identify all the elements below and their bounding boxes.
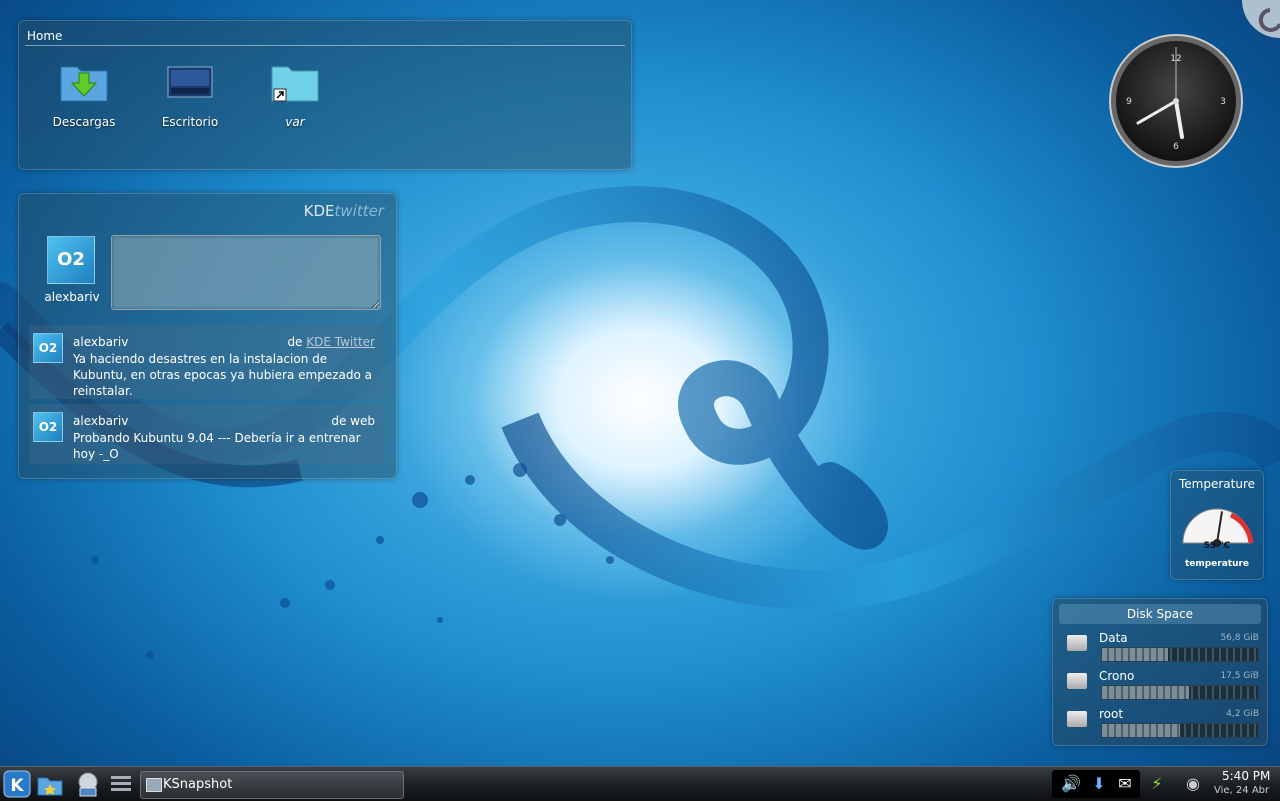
ksnapshot-icon xyxy=(146,778,162,792)
tweet-source: de web xyxy=(331,414,375,428)
drive-name: root xyxy=(1099,707,1124,721)
hard-drive-icon xyxy=(1067,635,1087,651)
tweet-item: O2 alexbariv de KDE Twitter Ya haciendo … xyxy=(29,325,385,399)
file-manager-icon[interactable] xyxy=(36,770,64,798)
disk-space-title: Disk Space xyxy=(1059,604,1261,624)
downloads-folder-icon xyxy=(59,61,109,103)
tweet-source: de KDE Twitter xyxy=(287,335,375,349)
drive-usage-fill xyxy=(1102,648,1168,661)
drive-usage-bar xyxy=(1101,647,1259,662)
tweet-avatar: O2 xyxy=(33,333,63,363)
svg-text:K: K xyxy=(10,776,24,796)
user-avatar: O2 xyxy=(47,236,95,284)
clock-numeral-9: 9 xyxy=(1126,97,1132,107)
drive-size: 4,2 GiB xyxy=(1226,709,1259,719)
clock-numeral-3: 3 xyxy=(1220,97,1226,107)
wireless-icon[interactable]: ◉ xyxy=(1182,774,1204,794)
kde-twitter-widget: KDEtwitter O2 alexbariv O2 alexbariv de … xyxy=(18,193,397,479)
brand-kde: KDE xyxy=(303,202,335,220)
source-prefix: de xyxy=(287,335,303,349)
task-ksnapshot[interactable]: KSnapshot xyxy=(140,771,404,799)
temperature-caption: temperature xyxy=(1184,559,1250,569)
drive-usage-fill xyxy=(1102,724,1180,737)
title-divider xyxy=(25,45,625,46)
desktop-icon-label: var xyxy=(285,115,305,129)
desktop-icon-var[interactable]: var xyxy=(245,61,345,129)
disk-space-widget: Disk Space Data 56,8 GiB Crono 17,5 GiB … xyxy=(1052,598,1268,746)
drive-usage-bar xyxy=(1101,685,1259,700)
tweet-item: O2 alexbariv de web Probando Kubuntu 9.0… xyxy=(29,404,385,464)
task-label: KSnapshot xyxy=(163,777,233,792)
desktop-icon-label: Escritorio xyxy=(161,115,219,129)
folder-link-icon xyxy=(270,61,320,103)
show-desktop-icon[interactable] xyxy=(107,770,135,798)
tweet-user: alexbariv xyxy=(73,335,129,349)
desktop-icon-label: Descargas xyxy=(52,115,116,129)
tweet-text: Ya haciendo desastres en la instalacion … xyxy=(73,352,372,398)
system-tray: 🔊 ⬇ ✉ xyxy=(1052,770,1140,798)
desktop-icon-descargas[interactable]: Descargas xyxy=(34,61,134,129)
plasma-toolbox-icon[interactable] xyxy=(1234,0,1280,40)
drive-usage-fill xyxy=(1102,686,1190,699)
kde-menu-icon[interactable]: K xyxy=(3,770,31,798)
drive-row-crono[interactable]: Crono 17,5 GiB xyxy=(1063,669,1259,705)
twitter-brand: KDEtwitter xyxy=(304,202,384,220)
temperature-title: Temperature xyxy=(1178,477,1255,491)
temperature-value: 55 °C xyxy=(1203,541,1231,551)
desktop-folder-icon xyxy=(165,61,215,103)
tweet-avatar: O2 xyxy=(33,412,63,442)
hard-drive-icon xyxy=(1067,711,1087,727)
drive-row-root[interactable]: root 4,2 GiB xyxy=(1063,707,1259,743)
folder-view-title: Home xyxy=(27,29,63,43)
tweet-source-text: web xyxy=(350,414,375,428)
taskbar-clock-date[interactable]: Vie, 24 Abr xyxy=(1214,785,1269,796)
drive-size: 56,8 GiB xyxy=(1220,633,1259,643)
battery-icon[interactable]: ⚡ xyxy=(1146,774,1168,794)
network-computer-icon[interactable] xyxy=(74,770,102,798)
clock-numeral-6: 6 xyxy=(1173,142,1179,152)
temperature-gauge xyxy=(1182,508,1254,547)
source-prefix: de xyxy=(331,414,347,428)
tweet-text: Probando Kubuntu 9.04 --- Debería ir a e… xyxy=(73,431,361,461)
drive-size: 17,5 GiB xyxy=(1220,671,1259,681)
volume-icon[interactable]: 🔊 xyxy=(1060,774,1082,794)
drive-name: Crono xyxy=(1099,669,1135,683)
notifications-icon[interactable]: ✉ xyxy=(1114,774,1136,794)
tweet-input[interactable] xyxy=(111,235,381,310)
taskbar-clock-time[interactable]: 5:40 PM xyxy=(1222,769,1270,783)
desktop-icon-escritorio[interactable]: Escritorio xyxy=(140,61,240,129)
analog-clock-widget: 12 3 6 9 xyxy=(1109,34,1243,168)
taskbar: K KSnapshot 🔊 ⬇ ✉ ⚡ ◉ 5:40 PM Vie, 24 Ab… xyxy=(0,766,1280,801)
drive-usage-bar xyxy=(1101,723,1259,738)
temperature-widget: Temperature 55 °C temperature xyxy=(1170,470,1264,580)
home-folder-view: Home Descargas Escritorio var xyxy=(18,20,632,170)
user-name: alexbariv xyxy=(44,290,100,304)
drive-name: Data xyxy=(1099,631,1128,645)
download-icon[interactable]: ⬇ xyxy=(1088,774,1110,794)
hard-drive-icon xyxy=(1067,673,1087,689)
tweet-source-link[interactable]: KDE Twitter xyxy=(306,335,375,349)
drive-row-data[interactable]: Data 56,8 GiB xyxy=(1063,631,1259,667)
tweet-user: alexbariv xyxy=(73,414,129,428)
brand-twitter: twitter xyxy=(334,202,384,220)
